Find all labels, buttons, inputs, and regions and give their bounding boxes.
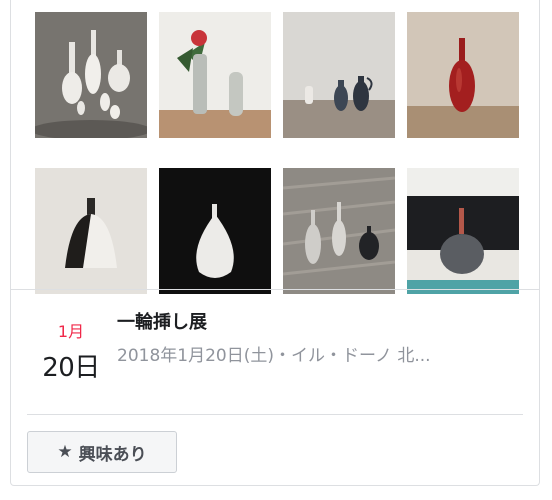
photo-divider	[11, 289, 539, 290]
star-icon: ★	[57, 442, 73, 462]
photo-black-white-bell-vase[interactable]	[35, 168, 147, 294]
photo-small-dark-jugs[interactable]	[283, 12, 395, 138]
event-title[interactable]: 一輪挿し展	[117, 308, 207, 334]
event-day: 20日	[42, 353, 100, 383]
event-details: 2018年1月20日(土)・イル・ドーノ 北...	[117, 346, 431, 366]
photo-grey-bottle-vase[interactable]	[407, 168, 519, 294]
interested-label: 興味あり	[78, 444, 147, 465]
photo-white-vase-on-black[interactable]	[159, 168, 271, 294]
photo-red-bottle-vase[interactable]	[407, 12, 519, 138]
interested-button[interactable]: ★ 興味あり	[27, 431, 177, 473]
photo-white-vases-on-stone[interactable]	[35, 12, 147, 138]
actions-divider	[27, 414, 523, 415]
event-card[interactable]: 1月 20日 一輪挿し展 2018年1月20日(土)・イル・ドーノ 北... ★…	[10, 0, 540, 486]
event-month: 1月	[57, 322, 85, 341]
photo-vases-with-red-flower[interactable]	[159, 12, 271, 138]
photo-grey-vases-on-wood[interactable]	[283, 168, 395, 294]
